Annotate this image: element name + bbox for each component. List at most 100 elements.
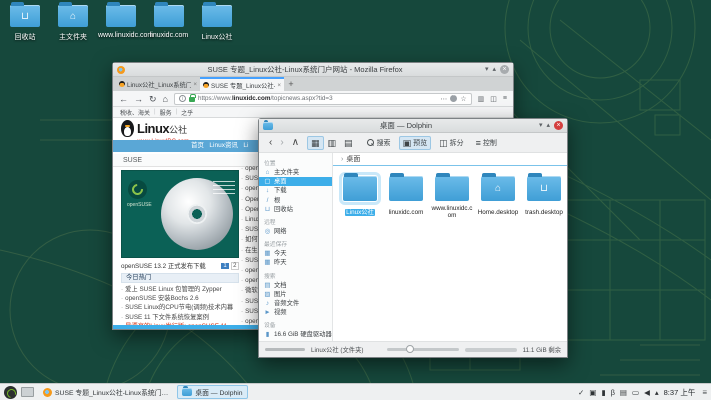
feature-caption-link[interactable]: openSUSE 13.2 正式发布下载 — [121, 261, 219, 270]
view-details-button[interactable]: ▤ — [340, 136, 357, 150]
bluetooth-icon[interactable]: β — [611, 385, 615, 400]
display-icon[interactable]: ▭ — [632, 385, 639, 400]
close-icon[interactable]: × — [554, 121, 563, 130]
tab-linux-gongshe[interactable]: Linux公社_Linux系统门户网 × — [116, 77, 200, 91]
opensuse-cd-image[interactable]: openSUSE — [121, 170, 239, 258]
file-home-desktop[interactable]: ⌂ Home.desktop — [475, 176, 521, 222]
back-icon[interactable]: ‹ — [265, 136, 276, 150]
sidebar-toggle-icon[interactable]: ◫ — [490, 95, 497, 103]
pager-icon[interactable] — [21, 387, 34, 397]
bookmark-star-icon[interactable]: ☆ — [460, 95, 466, 103]
clock[interactable]: 8:37 上午 — [664, 387, 696, 398]
bookmark-item[interactable]: 服务 — [160, 108, 172, 117]
sidebar-item-today[interactable]: ▦今天 — [264, 249, 332, 258]
folder-view: › 桌面 Linux公社 linuxidc.com www.linuxidc.c… — [333, 153, 567, 341]
app-launcher-icon[interactable] — [4, 386, 17, 399]
desktop-icon-www-linuxidc[interactable]: www.linuxidc.com — [98, 5, 144, 42]
pager-2[interactable]: 2 — [231, 262, 239, 270]
sidebar-item-home[interactable]: ⌂主文件夹 — [264, 168, 332, 177]
bookmark-item[interactable]: 之乎 — [181, 108, 193, 117]
tab-close-icon[interactable]: × — [277, 82, 281, 89]
sidebar-item-videos[interactable]: ►视频 — [264, 308, 332, 317]
site-nav-items[interactable]: 首页 Linux资讯 Li — [191, 140, 248, 152]
volume-icon[interactable]: ◀ — [644, 385, 650, 400]
dolphin-statusbar: Linux公社 (文件夹) 11.1 GiB 剩余 — [259, 341, 567, 357]
up-icon[interactable]: ∧ — [288, 136, 303, 150]
view-compact-button[interactable]: ▥ — [324, 136, 341, 150]
tab-close-icon[interactable]: × — [193, 81, 197, 88]
sidebar-item-documents[interactable]: ▤文档 — [264, 281, 332, 290]
back-icon[interactable]: ← — [119, 92, 128, 106]
sidebar-item-harddisk[interactable]: ▮16.6 GiB 硬盘驱动器 — [264, 330, 332, 339]
notes-icon[interactable]: ✓ — [578, 385, 584, 400]
panel-scrollbar[interactable] — [265, 348, 305, 351]
task-firefox[interactable]: SUSE 专题_Linux公社-Linux系统门… — [38, 385, 173, 399]
view-icons-button[interactable]: ▦ — [307, 136, 324, 150]
menu-icon[interactable]: ≡ — [503, 95, 507, 102]
close-icon[interactable]: × — [500, 65, 509, 74]
pocket-icon[interactable]: ˇ — [450, 95, 457, 102]
zoom-slider-handle[interactable] — [406, 345, 414, 353]
maximize-icon[interactable]: ▴ — [492, 65, 496, 74]
hot-section-title: 今日热门 — [121, 273, 239, 283]
sidebar-item-images[interactable]: ▨图片 — [264, 290, 332, 299]
reload-icon[interactable]: ↻ — [149, 92, 157, 106]
tray-expander-icon[interactable]: ▴ — [655, 385, 659, 400]
forward-icon[interactable]: › — [276, 136, 287, 150]
file-linux-gongshe[interactable]: Linux公社 — [337, 176, 383, 222]
minimize-icon[interactable]: ▾ — [539, 121, 543, 130]
dolphin-titlebar[interactable]: 桌面 — Dolphin ▾ ▴ × — [259, 119, 567, 133]
selection-info: Linux公社 (文件夹) — [311, 345, 363, 354]
control-button[interactable]: ≡控制 — [472, 136, 501, 150]
clipboard-icon[interactable]: ▣ — [589, 385, 596, 400]
hot-link[interactable]: ·爱上 SUSE Linux 包管理的 Zypper — [121, 285, 239, 294]
sidebar-item-yesterday[interactable]: ▦昨天 — [264, 258, 332, 267]
panel-toggle-icon[interactable]: ≡ — [700, 388, 707, 397]
file-name: trash.desktop — [524, 209, 564, 216]
desktop-icon-linux-gongshe[interactable]: Linux公社 — [194, 5, 240, 42]
battery-icon[interactable]: ▮ — [601, 385, 605, 400]
sidebar-item-trash[interactable]: ⊔回收站 — [264, 205, 332, 214]
sidebar-item-network[interactable]: ◎网络 — [264, 227, 332, 236]
page-actions-icon[interactable]: ⋯ — [440, 95, 447, 103]
bookmark-item[interactable]: 税收、海关 — [120, 108, 150, 117]
pager-1[interactable]: 1 — [221, 263, 228, 269]
file-www-linuxidc[interactable]: www.linuxidc.com — [429, 176, 475, 222]
maximize-icon[interactable]: ▴ — [546, 121, 550, 130]
zoom-slider[interactable] — [387, 348, 459, 351]
hot-link[interactable]: ·openSUSE 安装Bochs 2.6 — [121, 294, 239, 303]
file-linuxidc[interactable]: linuxidc.com — [383, 176, 429, 222]
preview-button[interactable]: ▣预览 — [399, 136, 432, 150]
split-button[interactable]: ◫拆分 — [435, 136, 468, 150]
library-icon[interactable]: ▥ — [478, 95, 485, 103]
url-bar[interactable]: i https://www.linuxidc.com/topicnews.asp… — [174, 93, 472, 105]
cd-brand-label: openSUSE — [127, 202, 152, 208]
hot-list: ·爱上 SUSE Linux 包管理的 Zypper ·openSUSE 安装B… — [121, 285, 239, 329]
hot-link[interactable]: ·SUSE 11 下文件系统恢复案例 — [121, 313, 239, 322]
keyboard-icon[interactable]: ▤ — [620, 385, 627, 400]
tab-label: SUSE 专题_Linux公社-Linu — [211, 81, 275, 90]
search-button[interactable]: 搜索 — [363, 136, 395, 150]
file-trash-desktop[interactable]: ⊔ trash.desktop — [521, 176, 567, 222]
sidebar-item-root[interactable]: /根 — [264, 196, 332, 205]
sidebar-item-audio[interactable]: ♪音频文件 — [264, 299, 332, 308]
desktop-icon-linuxidc[interactable]: linuxidc.com — [146, 5, 192, 42]
minimize-icon[interactable]: ▾ — [485, 65, 489, 74]
breadcrumb-folder[interactable]: 桌面 — [346, 154, 360, 164]
new-tab-button[interactable]: + — [284, 78, 298, 91]
site-info-icon[interactable]: i — [179, 95, 186, 102]
desktop-icon-label: 回收站 — [2, 32, 48, 42]
task-dolphin[interactable]: 桌面 — Dolphin — [177, 385, 247, 399]
sidebar-item-downloads[interactable]: ↓下载 — [264, 186, 332, 195]
logo-suffix: 公社 — [169, 125, 187, 135]
breadcrumb[interactable]: › 桌面 — [333, 153, 567, 166]
tab-suse-topic[interactable]: SUSE 专题_Linux公社-Linu × — [200, 77, 284, 91]
firefox-titlebar[interactable]: SUSE 专题_Linux公社-Linux系统门户网站 - Mozilla Fi… — [113, 63, 513, 77]
folder-icon — [106, 5, 136, 27]
desktop-icon-trash[interactable]: ⊔ 回收站 — [2, 5, 48, 42]
forward-icon[interactable]: → — [134, 92, 143, 106]
desktop-icon-home[interactable]: ⌂ 主文件夹 — [50, 5, 96, 42]
home-icon[interactable]: ⌂ — [163, 92, 168, 106]
hot-link[interactable]: ·SUSE Linux的CPU节电(调频)技术内幕 — [121, 303, 239, 312]
sidebar-item-desktop[interactable]: ▢桌面 — [259, 177, 332, 186]
